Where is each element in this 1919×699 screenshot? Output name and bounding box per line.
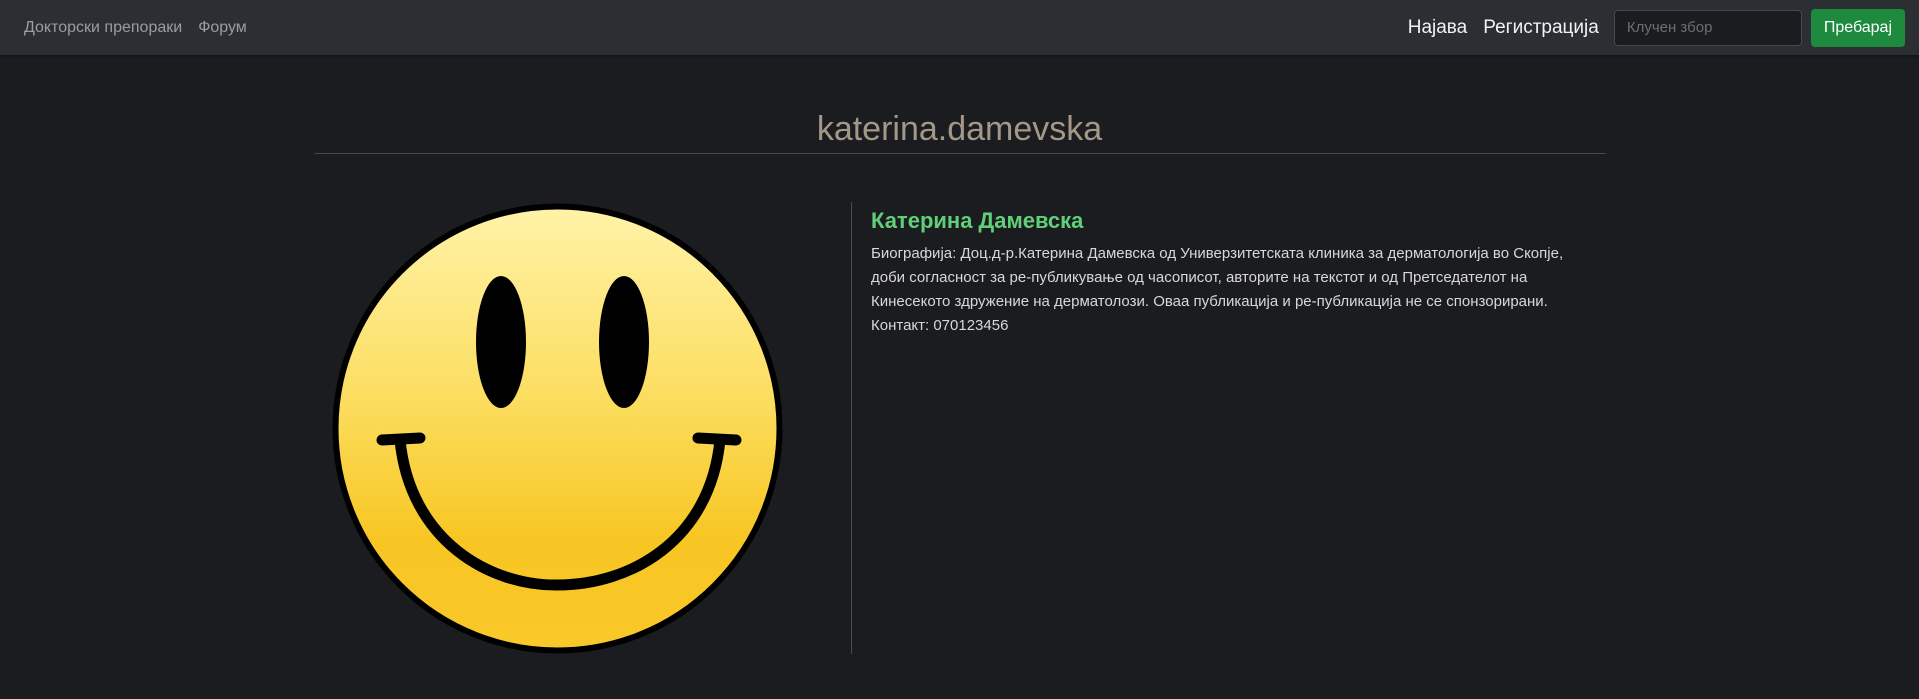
- nav-link-forum[interactable]: Форум: [198, 19, 247, 37]
- smiley-face-icon: [332, 203, 783, 654]
- title-divider: [315, 153, 1606, 154]
- nav-link-register[interactable]: Регистрација: [1483, 17, 1599, 39]
- nav-left-group: Докторски препораки Форум: [24, 0, 247, 55]
- profile-bio: Биографија: Доц.д-р.Катерина Дамевска од…: [871, 245, 1564, 310]
- nav-link-doctor-recommendations[interactable]: Докторски препораки: [24, 19, 182, 37]
- nav-link-login[interactable]: Најава: [1408, 17, 1468, 39]
- search-input[interactable]: [1613, 9, 1802, 46]
- profile-info: Катерина Дамевска Биографија: Доц.д-р.Ка…: [871, 206, 1601, 338]
- profile-contact: Контакт: 070123456: [871, 317, 1009, 334]
- vertical-divider: [851, 202, 852, 654]
- page-title: katerina.damevska: [816, 110, 1103, 148]
- nav-right-group: Најава Регистрација Пребарај: [1408, 0, 1905, 55]
- profile-name: Катерина Дамевска: [871, 208, 1084, 233]
- top-navbar: Докторски препораки Форум Најава Регистр…: [0, 0, 1919, 55]
- search-button[interactable]: Пребарај: [1810, 8, 1905, 47]
